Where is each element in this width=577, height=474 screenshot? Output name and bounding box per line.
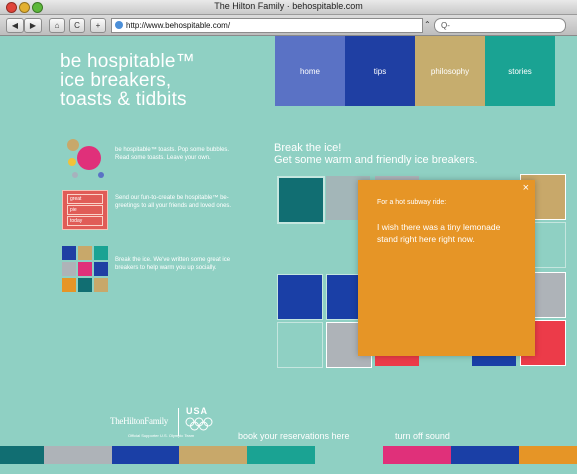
icebreaker-headline: Break the ice! Get some warm and friendl… — [274, 142, 478, 166]
headline-line-1: Break the ice! — [274, 142, 342, 154]
address-dropdown-icon[interactable]: ⌃ — [424, 18, 431, 31]
home-button[interactable]: ⌂ — [49, 18, 65, 33]
stripe-segment — [519, 446, 577, 464]
footer-color-stripe — [0, 446, 577, 464]
brand-line-2: ice breakers, — [60, 70, 172, 91]
search-placeholder: Q- — [441, 21, 450, 30]
stripe-segment — [451, 446, 519, 464]
stripe-segment — [247, 446, 315, 464]
stripe-segment — [315, 446, 383, 464]
window-title: The Hilton Family · behospitable.com — [214, 1, 363, 11]
nav-home[interactable]: home — [275, 36, 345, 106]
web-page: be hospitable™ ice breakers, toasts & ti… — [0, 36, 577, 474]
feature-greetings-text: Send our fun-to-create be hospitable™ be… — [115, 195, 232, 209]
browser-toolbar: ◀ ▶ ⌂ C + http://www.behospitable.com/ ⌃… — [0, 15, 577, 36]
logo-tagline: Official Supporter U.S. Olympic Team — [128, 433, 195, 438]
ice-cube-tile[interactable] — [277, 176, 325, 224]
stripe-segment — [179, 446, 247, 464]
nav-home-label: home — [299, 67, 320, 76]
address-bar[interactable]: http://www.behospitable.com/ — [111, 18, 423, 33]
ice-cubes-icon — [62, 246, 108, 292]
stripe-segment — [383, 446, 451, 464]
nav-stories-label: stories — [508, 67, 532, 76]
reload-button[interactable]: C — [69, 18, 85, 33]
globe-icon — [115, 21, 123, 29]
nav-stories[interactable]: stories — [485, 36, 555, 106]
turn-off-sound-link[interactable]: turn off sound — [395, 431, 450, 441]
close-icon[interactable]: × — [523, 183, 529, 194]
add-bookmark-button[interactable]: + — [90, 18, 106, 33]
address-bar-url: http://www.behospitable.com/ — [126, 21, 231, 30]
logo-divider — [178, 408, 179, 436]
logo-text: TheHiltonFamily — [110, 416, 168, 426]
search-input[interactable]: Q- — [434, 18, 566, 33]
greeting-chip: great — [67, 194, 103, 204]
window-titlebar: The Hilton Family · behospitable.com — [0, 0, 577, 15]
popup-message: I wish there was a tiny lemonade stand r… — [377, 222, 501, 244]
back-button[interactable]: ◀ — [6, 18, 24, 33]
brand-line-1: be hospitable™ — [60, 51, 195, 72]
stripe-segment — [112, 446, 179, 464]
nav-tips-label: tips — [373, 67, 387, 76]
site-brand[interactable]: be hospitable™ ice breakers, toasts & ti… — [60, 52, 195, 109]
nav-tips[interactable]: tips — [345, 36, 415, 106]
greeting-chip: pie — [67, 205, 103, 215]
popup-label: For a hot subway ride: — [377, 199, 447, 206]
feature-toasts-text: be hospitable™ toasts. Pop some bubbles.… — [115, 147, 230, 161]
brand-line-3: toasts & tidbits — [60, 89, 187, 110]
ice-cube-tile[interactable] — [277, 274, 323, 320]
ice-cube-tile[interactable] — [277, 322, 323, 368]
olympic-rings-icon — [185, 417, 213, 431]
bubbles-icon — [67, 139, 104, 178]
usa-text: USA — [186, 406, 209, 416]
greeting-card-icon: great pie today — [62, 190, 108, 230]
stripe-segment — [44, 446, 112, 464]
feature-icebreakers-text: Break the ice. We've written some great … — [115, 257, 231, 271]
greeting-chip: today — [67, 216, 103, 226]
forward-button[interactable]: ▶ — [24, 18, 42, 33]
nav-philosophy-label: philosophy — [430, 67, 470, 76]
headline-line-2: Get some warm and friendly ice breakers. — [274, 154, 478, 166]
nav-philosophy[interactable]: philosophy — [415, 36, 485, 106]
book-reservations-link[interactable]: book your reservations here — [238, 431, 350, 441]
icebreaker-popup: × For a hot subway ride: I wish there wa… — [358, 180, 535, 356]
stripe-segment — [0, 446, 44, 464]
